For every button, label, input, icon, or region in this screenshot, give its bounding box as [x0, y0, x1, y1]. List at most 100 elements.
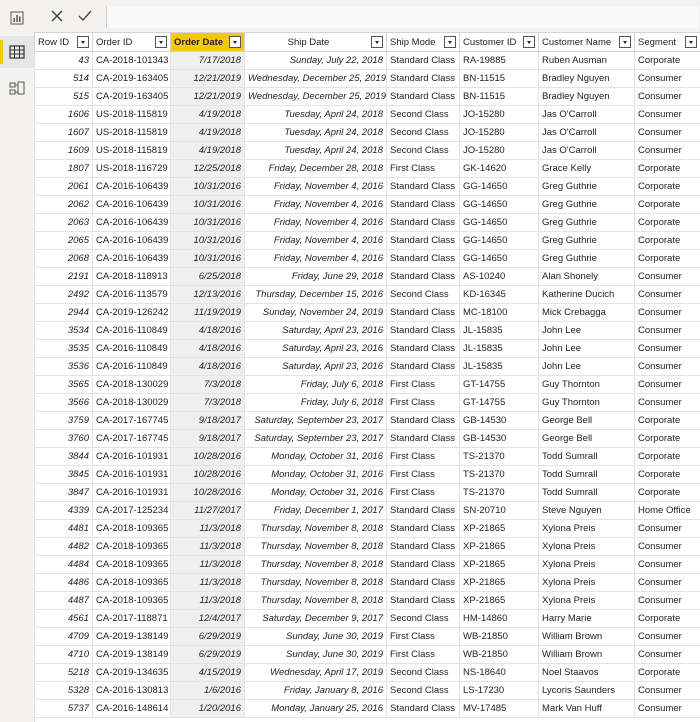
cell-ship-mode[interactable]: Standard Class: [386, 51, 460, 70]
cell-ship-mode[interactable]: First Class: [386, 375, 460, 394]
cell-order-id[interactable]: CA-2016-106439: [92, 249, 171, 268]
table-row[interactable]: 4561 CA-2017-118871 12/4/2017 Saturday, Dec…: [34, 609, 700, 628]
cell-customer-id[interactable]: GT-14755: [459, 375, 539, 394]
cell-customer-name[interactable]: Jas O'Carroll: [538, 123, 635, 142]
table-row[interactable]: 4481 CA-2018-109365 11/3/2018 Thursday, Nov…: [34, 519, 700, 538]
cell-customer-name[interactable]: Guy Thornton: [538, 393, 635, 412]
cell-order-id[interactable]: CA-2016-106439: [92, 195, 171, 214]
cell-order-date[interactable]: 10/31/2016: [170, 231, 245, 250]
cell-segment[interactable]: Corporate: [634, 483, 700, 502]
cell-ship-mode[interactable]: Second Class: [386, 285, 460, 304]
cell-ship-date[interactable]: Friday, December 1, 2017: [244, 501, 387, 520]
cell-customer-name[interactable]: Mick Crebagga: [538, 303, 635, 322]
cell-order-id[interactable]: CA-2016-106439: [92, 213, 171, 232]
cell-segment[interactable]: Corporate: [634, 51, 700, 70]
cell-segment[interactable]: Consumer: [634, 69, 700, 88]
cell-order-id[interactable]: CA-2016-110849: [92, 357, 171, 376]
cell-customer-name[interactable]: Greg Guthrie: [538, 249, 635, 268]
table-row[interactable]: 1607 US-2018-115819 4/19/2018 Tuesday, Apri…: [34, 123, 700, 142]
cell-customer-name[interactable]: Steve Nguyen: [538, 501, 635, 520]
cell-segment[interactable]: Consumer: [634, 285, 700, 304]
cell-segment[interactable]: Consumer: [634, 573, 700, 592]
cell-order-date[interactable]: 4/15/2019: [170, 663, 245, 682]
cell-ship-mode[interactable]: Standard Class: [386, 303, 460, 322]
cell-order-id[interactable]: CA-2019-163405: [92, 69, 171, 88]
cell-segment[interactable]: Corporate: [634, 159, 700, 178]
model-view-button[interactable]: [0, 72, 34, 104]
cell-ship-date[interactable]: Monday, October 31, 2016: [244, 465, 387, 484]
header-order-date[interactable]: Order Date: [170, 32, 245, 52]
chevron-down-icon[interactable]: [371, 36, 383, 48]
cell-order-date[interactable]: 12/25/2018: [170, 159, 245, 178]
cell-customer-name[interactable]: Lycoris Saunders: [538, 681, 635, 700]
cell-order-date[interactable]: 11/19/2019: [170, 303, 245, 322]
cell-customer-name[interactable]: Jas O'Carroll: [538, 141, 635, 160]
table-row[interactable]: 2063 CA-2016-106439 10/31/2016 Friday, Nove…: [34, 213, 700, 232]
cell-order-id[interactable]: CA-2018-109365: [92, 519, 171, 538]
cell-order-id[interactable]: CA-2016-101931: [92, 465, 171, 484]
cell-row-id[interactable]: 3534: [34, 321, 93, 340]
cell-order-id[interactable]: US-2018-116729: [92, 159, 171, 178]
cell-customer-name[interactable]: Noel Staavos: [538, 663, 635, 682]
cell-ship-mode[interactable]: First Class: [386, 483, 460, 502]
cell-customer-name[interactable]: George Bell: [538, 411, 635, 430]
cell-ship-mode[interactable]: Standard Class: [386, 699, 460, 718]
cell-order-id[interactable]: CA-2016-110849: [92, 339, 171, 358]
chevron-down-icon[interactable]: [619, 36, 631, 48]
table-row[interactable]: 4484 CA-2018-109365 11/3/2018 Thursday, Nov…: [34, 555, 700, 574]
cell-order-date[interactable]: 11/3/2018: [170, 519, 245, 538]
cell-customer-name[interactable]: William Brown: [538, 627, 635, 646]
cell-order-date[interactable]: 12/21/2019: [170, 87, 245, 106]
cell-ship-date[interactable]: Sunday, July 22, 2018: [244, 51, 387, 70]
cell-ship-mode[interactable]: Standard Class: [386, 555, 460, 574]
cell-segment[interactable]: Corporate: [634, 447, 700, 466]
cell-order-id[interactable]: CA-2019-138149: [92, 645, 171, 664]
cell-ship-date[interactable]: Wednesday, December 25, 2019: [244, 69, 387, 88]
cell-order-date[interactable]: 12/21/2019: [170, 69, 245, 88]
cell-row-id[interactable]: 5737: [34, 699, 93, 718]
cell-customer-id[interactable]: GT-14755: [459, 393, 539, 412]
cell-row-id[interactable]: 1606: [34, 105, 93, 124]
cell-customer-id[interactable]: RA-19885: [459, 51, 539, 70]
cell-segment[interactable]: Corporate: [634, 249, 700, 268]
cell-customer-id[interactable]: KD-16345: [459, 285, 539, 304]
cell-ship-mode[interactable]: Standard Class: [386, 87, 460, 106]
cell-customer-id[interactable]: TS-21370: [459, 483, 539, 502]
cell-ship-date[interactable]: Friday, January 8, 2016: [244, 681, 387, 700]
cell-customer-name[interactable]: Todd Sumrall: [538, 447, 635, 466]
cell-customer-id[interactable]: TS-21370: [459, 465, 539, 484]
cell-customer-id[interactable]: TS-21370: [459, 447, 539, 466]
cell-row-id[interactable]: 4486: [34, 573, 93, 592]
cell-ship-date[interactable]: Monday, October 31, 2016: [244, 483, 387, 502]
cell-row-id[interactable]: 2061: [34, 177, 93, 196]
cell-segment[interactable]: Consumer: [634, 321, 700, 340]
cell-ship-date[interactable]: Wednesday, April 17, 2019: [244, 663, 387, 682]
cell-order-id[interactable]: CA-2017-118871: [92, 609, 171, 628]
header-ship-mode[interactable]: Ship Mode: [386, 32, 460, 52]
cell-customer-id[interactable]: JO-15280: [459, 123, 539, 142]
cell-ship-mode[interactable]: Standard Class: [386, 213, 460, 232]
cell-ship-date[interactable]: Saturday, April 23, 2016: [244, 339, 387, 358]
cell-ship-mode[interactable]: Standard Class: [386, 537, 460, 556]
cell-ship-date[interactable]: Wednesday, December 25, 2019: [244, 87, 387, 106]
cell-row-id[interactable]: 4710: [34, 645, 93, 664]
cell-ship-mode[interactable]: Standard Class: [386, 231, 460, 250]
header-customer-id[interactable]: Customer ID: [459, 32, 539, 52]
table-row[interactable]: 2191 CA-2018-118913 6/25/2018 Friday, June …: [34, 267, 700, 286]
table-row[interactable]: 4709 CA-2019-138149 6/29/2019 Sunday, June …: [34, 627, 700, 646]
cell-order-id[interactable]: CA-2018-130029: [92, 375, 171, 394]
cell-order-date[interactable]: 9/18/2017: [170, 411, 245, 430]
cell-row-id[interactable]: 5328: [34, 681, 93, 700]
table-row[interactable]: 3536 CA-2016-110849 4/18/2016 Saturday, Apr…: [34, 357, 700, 376]
cell-segment[interactable]: Corporate: [634, 429, 700, 448]
cell-customer-name[interactable]: Bradley Nguyen: [538, 87, 635, 106]
cell-order-date[interactable]: 4/19/2018: [170, 123, 245, 142]
cell-customer-name[interactable]: William Brown: [538, 645, 635, 664]
cell-segment[interactable]: Consumer: [634, 339, 700, 358]
cell-order-id[interactable]: CA-2016-110849: [92, 321, 171, 340]
cell-ship-date[interactable]: Thursday, November 8, 2018: [244, 537, 387, 556]
cell-segment[interactable]: Consumer: [634, 123, 700, 142]
cell-order-id[interactable]: CA-2016-148614: [92, 699, 171, 718]
table-row[interactable]: 3759 CA-2017-167745 9/18/2017 Saturday, Sep…: [34, 411, 700, 430]
cell-customer-name[interactable]: Mark Van Huff: [538, 699, 635, 718]
